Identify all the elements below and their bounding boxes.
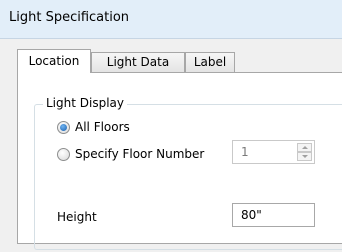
floor-number-stepper[interactable]: 1 [232, 140, 315, 164]
specify-floor-option[interactable]: Specify Floor Number [57, 146, 204, 162]
light-display-legend: Light Display [43, 96, 127, 110]
window-title: Light Specification [9, 10, 130, 25]
all-floors-option[interactable]: All Floors [57, 119, 130, 135]
height-label: Height [57, 210, 97, 224]
floor-number-spinner [297, 143, 312, 161]
specify-floor-radio[interactable] [57, 147, 70, 161]
light-specification-dialog: Light Specification Location Light Data … [0, 0, 342, 252]
all-floors-radio[interactable] [57, 120, 70, 134]
spin-down-button[interactable] [297, 152, 312, 161]
title-bar[interactable]: Light Specification [0, 0, 342, 39]
tab-strip: Location Light Data Label [17, 49, 342, 73]
height-value: 80" [241, 208, 262, 222]
spin-up-button[interactable] [297, 143, 312, 152]
specify-floor-label[interactable]: Specify Floor Number [75, 147, 204, 161]
floor-number-value: 1 [241, 145, 249, 159]
all-floors-label[interactable]: All Floors [75, 120, 130, 134]
height-input[interactable]: 80" [232, 203, 315, 227]
tab-light-data[interactable]: Light Data [91, 52, 185, 72]
tab-label[interactable]: Label [185, 52, 235, 72]
tab-location[interactable]: Location [17, 49, 91, 73]
